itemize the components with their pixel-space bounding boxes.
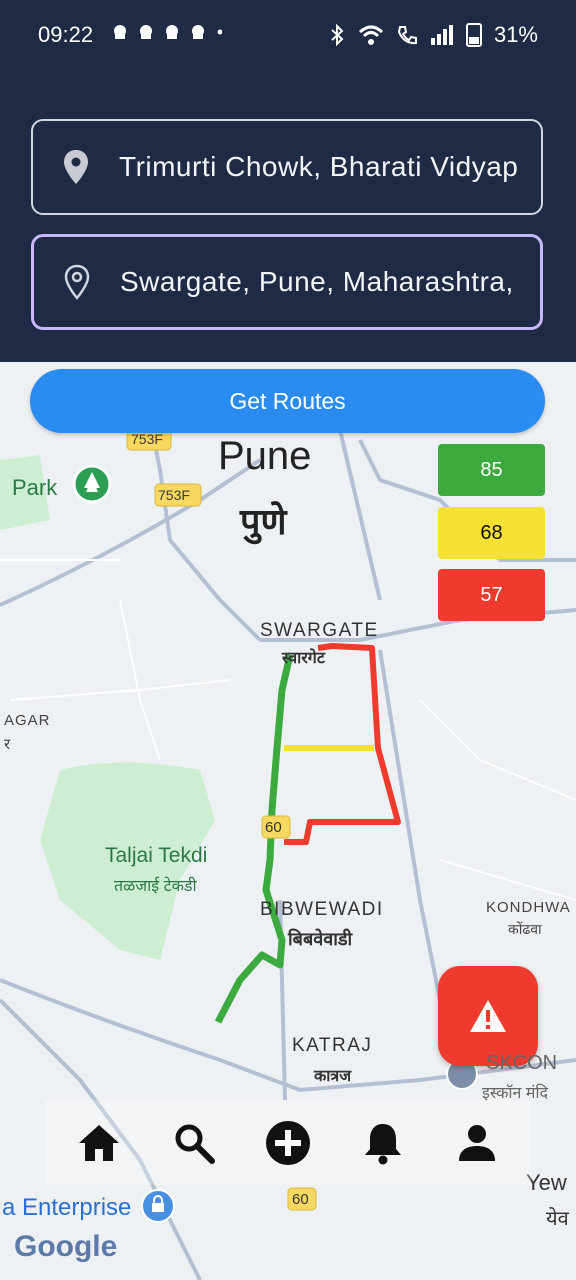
notification-icons xyxy=(112,22,223,49)
top-panel: 09:22 31% Trimurti Chowk, Bharati Vidyap… xyxy=(0,0,576,362)
notification-glyphs-icon xyxy=(114,25,223,39)
bibwewadi-label-mr: बिबवेवाडी xyxy=(288,929,353,949)
search-icon xyxy=(175,1124,215,1164)
iskcon-label-en: SKCON xyxy=(486,1052,558,1074)
kondhwa-label-en: KONDHWA xyxy=(486,899,571,916)
taljai-label-en: Taljai Tekdi xyxy=(105,844,208,867)
enterprise-label: a Enterprise xyxy=(2,1194,132,1221)
profile-icon xyxy=(459,1124,495,1161)
wifi-icon xyxy=(358,25,383,45)
bluetooth-icon xyxy=(331,24,344,46)
nav-notifications[interactable] xyxy=(359,1119,407,1167)
nav-search[interactable] xyxy=(170,1119,218,1167)
bibwewadi-label-en: BIBWEWADI xyxy=(260,899,384,920)
nav-profile[interactable] xyxy=(453,1119,501,1167)
park-label: Park xyxy=(12,475,58,500)
road-label-753f-b: 753F xyxy=(158,487,190,503)
battery-icon xyxy=(465,23,482,47)
warning-icon xyxy=(470,1000,506,1032)
location-pin-outline-icon xyxy=(34,264,120,300)
katraj-label-en: KATRAJ xyxy=(292,1035,373,1056)
city-label-en: Pune xyxy=(218,434,312,478)
swargate-label-mr: स्वारगेट xyxy=(282,650,325,667)
swargate-label-en: SWARGATE xyxy=(260,620,379,641)
report-alert-button[interactable] xyxy=(438,966,538,1066)
road-label-60-a: 60 xyxy=(265,819,282,836)
app-screen: 753F 753F Pune पुणे Park SWARGATE स्वारग… xyxy=(0,0,576,1280)
status-bar: 09:22 31% xyxy=(0,0,576,70)
yew-label: Yew xyxy=(526,1170,567,1195)
route-score-red[interactable]: 57 xyxy=(438,569,545,621)
location-pin-icon xyxy=(33,149,119,185)
origin-field[interactable]: Trimurti Chowk, Bharati Vidyap xyxy=(31,119,543,215)
home-icon xyxy=(79,1124,119,1161)
add-icon xyxy=(266,1120,310,1165)
road-label-753f-a: 753F xyxy=(131,431,163,447)
road-label-60-b: 60 xyxy=(292,1191,309,1208)
bell-icon xyxy=(364,1123,401,1164)
google-logo: Google xyxy=(14,1230,118,1263)
call-icon xyxy=(397,26,417,45)
city-label-mr: पुणे xyxy=(240,501,287,542)
agar-label: AGAR xyxy=(4,712,51,729)
route-score-green[interactable]: 85 xyxy=(438,444,545,496)
status-time: 09:22 xyxy=(38,22,94,47)
nav-add[interactable] xyxy=(264,1119,312,1167)
origin-input-value[interactable]: Trimurti Chowk, Bharati Vidyap xyxy=(119,151,533,183)
bottom-nav xyxy=(45,1100,531,1185)
get-routes-button[interactable]: Get Routes xyxy=(30,369,545,433)
route-score-yellow[interactable]: 68 xyxy=(438,507,545,559)
battery-percent: 31% xyxy=(493,22,538,47)
status-right: 31% xyxy=(328,22,538,48)
destination-input-value[interactable]: Swargate, Pune, Maharashtra, xyxy=(120,266,534,298)
agar-label-mr: र xyxy=(4,736,11,753)
kondhwa-label-mr: कोंढवा xyxy=(508,921,542,937)
taljai-label-mr: तळजाई टेकडी xyxy=(114,878,197,895)
destination-field[interactable]: Swargate, Pune, Maharashtra, xyxy=(31,234,543,330)
signal-icon xyxy=(430,25,453,45)
nav-home[interactable] xyxy=(75,1119,123,1167)
yew-label-mr: येव xyxy=(546,1208,569,1230)
katraj-label-mr: कात्रज xyxy=(314,1068,352,1085)
